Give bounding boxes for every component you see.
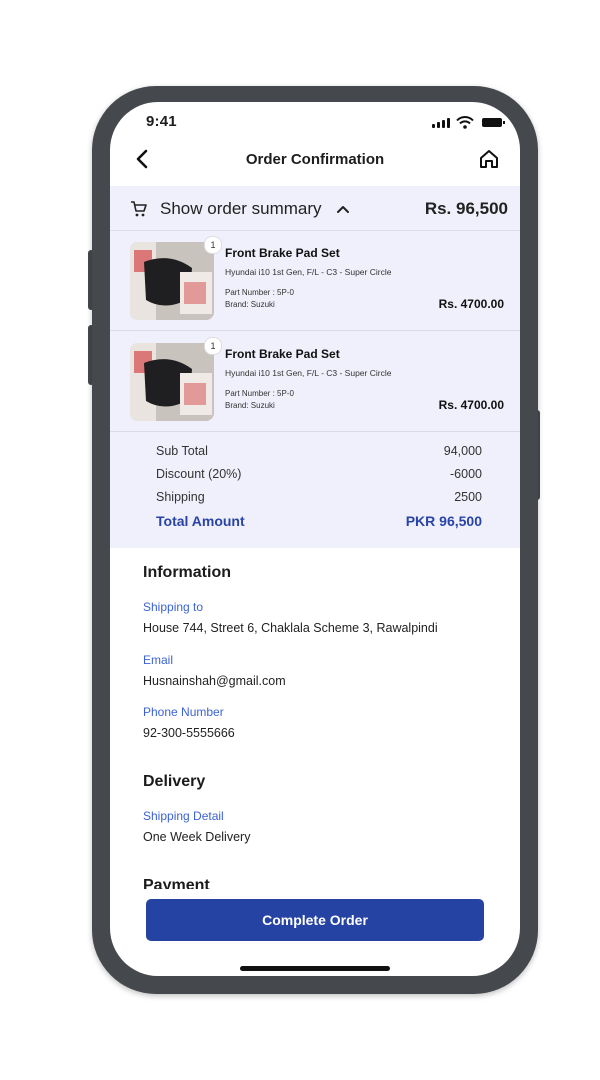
subtotal-value: 94,000 [443,444,482,458]
status-time: 9:41 [146,113,177,130]
home-icon[interactable] [476,146,502,172]
payment-heading: Payment [143,877,210,889]
shipping-detail-label: Shipping Detail [143,809,224,823]
phone-value: 92-300-5555666 [143,726,235,740]
item-name: Front Brake Pad Set [225,347,340,361]
product-image [130,343,214,421]
total-label: Total Amount [156,513,245,529]
item-brand: Brand: Suzuki [225,401,275,410]
discount-row: Discount (20%) -6000 [156,467,482,490]
shipping-address: House 744, Street 6, Chaklala Scheme 3, … [143,621,438,635]
battery-icon [482,118,505,127]
cart-icon [131,201,147,217]
order-summary-toggle[interactable]: Show order summary Rs. 96,500 [110,186,520,231]
status-bar: 9:41 [110,102,520,138]
order-summary-label: Show order summary [160,199,322,218]
quantity-badge: 1 [204,337,222,355]
discount-label: Discount (20%) [156,467,242,481]
item-part-number: Part Number : 5P-0 [225,389,294,398]
discount-value: -6000 [450,467,482,481]
subtotal-row: Sub Total 94,000 [156,444,482,467]
order-item: 1 Front Brake Pad Set Hyundai i10 1st Ge… [110,331,520,432]
item-vehicle: Hyundai i10 1st Gen, F/L - C3 - Super Ci… [225,267,392,277]
information-heading: Information [143,564,231,581]
shipping-to-label: Shipping to [143,600,204,614]
order-summary-total: Rs. 96,500 [424,199,508,218]
price-breakdown: Sub Total 94,000 Discount (20%) -6000 Sh… [156,444,482,536]
product-image [130,242,214,320]
wifi-icon [456,116,474,129]
item-price: Rs. 4700.00 [438,297,504,311]
item-name: Front Brake Pad Set [225,246,340,260]
quantity-badge: 1 [204,236,222,254]
email-label: Email [143,653,174,667]
delivery-heading: Delivery [143,773,206,790]
shipping-label: Shipping [156,490,205,504]
subtotal-label: Sub Total [156,444,208,458]
order-item: 1 Front Brake Pad Set Hyundai i10 1st Ge… [110,230,520,331]
order-summary-panel: Show order summary Rs. 96,500 1 Front Br… [110,186,520,548]
shipping-detail-value: One Week Delivery [143,830,251,844]
page-title: Order Confirmation [245,151,385,168]
item-vehicle: Hyundai i10 1st Gen, F/L - C3 - Super Ci… [225,368,392,378]
top-nav-bar: Order Confirmation [110,142,520,178]
home-indicator [240,966,390,971]
phone-screen: 9:41 Order Confirmation Show order summa… [110,102,520,976]
chevron-up-icon [337,206,349,213]
phone-label: Phone Number [143,705,224,719]
email-value: Husnainshah@gmail.com [143,674,286,688]
shipping-row: Shipping 2500 [156,490,482,513]
shipping-value: 2500 [454,490,482,504]
total-value: PKR 96,500 [405,513,482,529]
item-price: Rs. 4700.00 [438,398,504,412]
total-row: Total Amount PKR 96,500 [156,513,482,536]
item-brand: Brand: Suzuki [225,300,275,309]
item-part-number: Part Number : 5P-0 [225,288,294,297]
complete-order-button[interactable]: Complete Order [146,899,484,941]
